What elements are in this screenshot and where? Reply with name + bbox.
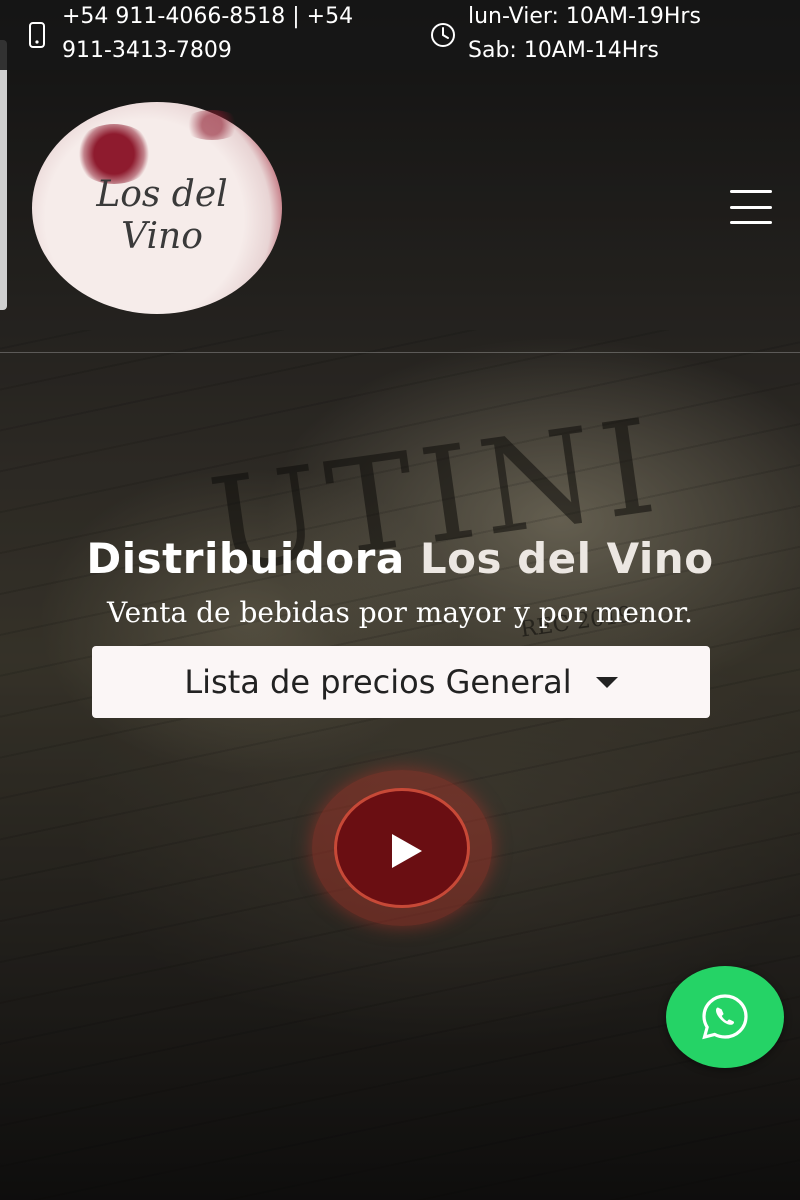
site-logo[interactable]: Los del Vino (32, 102, 282, 314)
hero-title-main: Distribuidora (86, 534, 405, 583)
hero-subtitle: Venta de bebidas por mayor y por menor. (106, 596, 694, 629)
clock-icon (430, 22, 458, 68)
hero-title-accent: Los del Vino (419, 534, 714, 583)
opening-hours: lun-Vier: 10AM-19Hrs Sab: 10AM-14Hrs (430, 0, 701, 68)
play-icon (392, 834, 422, 868)
hamburger-menu-icon[interactable] (730, 190, 772, 224)
hamburger-bar (730, 190, 772, 193)
logo-wine-stain-small (182, 110, 242, 140)
whatsapp-icon (702, 994, 748, 1040)
whatsapp-button[interactable] (666, 966, 784, 1068)
side-drawer-handle[interactable] (0, 40, 7, 310)
hamburger-bar (730, 205, 772, 209)
caret-down-icon (595, 676, 618, 688)
price-list-dropdown-label: Lista de precios General (184, 663, 572, 701)
header-divider (0, 352, 800, 353)
play-video-button[interactable] (334, 788, 470, 908)
mobile-phone-icon (28, 22, 50, 68)
logo-text-line1: Los del (96, 174, 228, 215)
hours-saturday: Sab: 10AM-14Hrs (468, 38, 659, 63)
hours-weekdays: lun-Vier: 10AM-19Hrs (468, 4, 701, 29)
phone-numbers-line2[interactable]: 911-3413-7809 (62, 34, 392, 68)
hero-title: Distribuidora Los del Vino (0, 534, 800, 583)
phone-contact[interactable]: +54 911-4066-8518 | +54 911-3413-7809 (28, 0, 392, 68)
price-list-dropdown[interactable]: Lista de precios General (92, 646, 710, 718)
phone-numbers-line1[interactable]: +54 911-4066-8518 | +54 (62, 0, 392, 34)
top-contact-bar: +54 911-4066-8518 | +54 911-3413-7809 lu… (0, 0, 800, 70)
logo-text: Los del Vino (62, 174, 262, 258)
logo-text-line2: Vino (121, 216, 203, 257)
hamburger-bar (730, 221, 772, 224)
